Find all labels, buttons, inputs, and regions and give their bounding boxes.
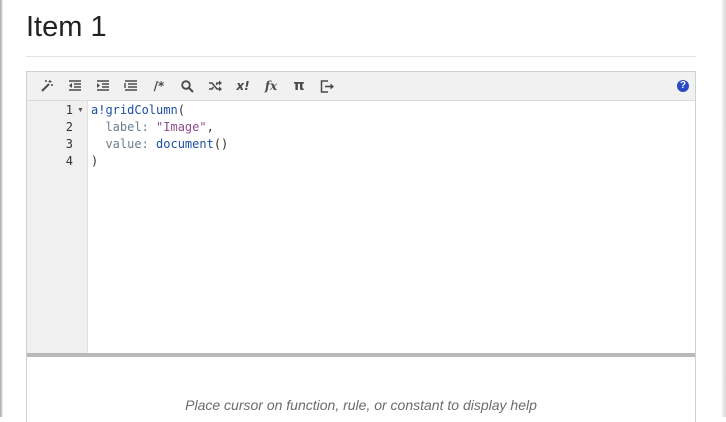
x-bang-glyph: x! [236,79,250,93]
dialog-left-shadow [0,0,3,417]
expression-editor: /* x! fx π ? 1 ▼ 2 3 4 a!gridColumn( lab… [26,71,696,422]
code-token: : [141,120,157,134]
fold-arrow-icon[interactable]: ▼ [77,102,84,119]
code-token: : [141,137,157,151]
comment-glyph: /* [153,79,165,93]
line-number: 1 [65,103,73,117]
code-token: "Image" [156,120,207,134]
outdent-icon[interactable] [65,78,85,94]
indent-icon[interactable] [93,78,113,94]
page-title: Item 1 [26,11,107,43]
line-number: 2 [65,120,73,134]
fx-icon[interactable]: fx [261,78,281,94]
code-area[interactable]: a!gridColumn( label: "Image", value: doc… [91,102,691,352]
code-token: document [156,137,214,151]
search-icon[interactable] [177,78,197,94]
comment-icon[interactable]: /* [149,78,169,94]
shuffle-icon[interactable] [205,78,225,94]
dialog-scroll-edge [722,0,726,417]
code-token: , [206,120,214,134]
help-icon[interactable]: ? [677,80,689,92]
help-pane: Place cursor on function, rule, or const… [27,357,695,422]
pi-glyph: π [293,78,305,94]
line-number: 4 [65,154,73,168]
pi-icon[interactable]: π [289,78,309,94]
magic-wand-icon[interactable] [37,78,57,94]
code-line[interactable]: a!gridColumn( [91,102,691,119]
code-token: value [105,137,142,151]
code-token: ( [177,103,185,117]
code-line[interactable]: label: "Image", [91,119,691,136]
code-line[interactable]: value: document() [91,136,691,153]
x-bang-icon[interactable]: x! [233,78,253,94]
export-icon[interactable] [317,78,337,94]
editor-toolbar: /* x! fx π ? [27,72,695,101]
title-divider [26,56,696,57]
code-line[interactable]: ) [91,153,691,170]
line-number: 3 [65,137,73,151]
line-number-gutter: 1 ▼ 2 3 4 [27,101,88,353]
help-message: Place cursor on function, rule, or const… [185,397,537,413]
align-lines-icon[interactable] [121,78,141,94]
code-token: a!gridColumn [91,103,178,117]
fx-glyph: fx [264,79,278,93]
code-token: label [105,120,142,134]
code-token: () [213,137,229,151]
code-token: ) [91,154,99,168]
